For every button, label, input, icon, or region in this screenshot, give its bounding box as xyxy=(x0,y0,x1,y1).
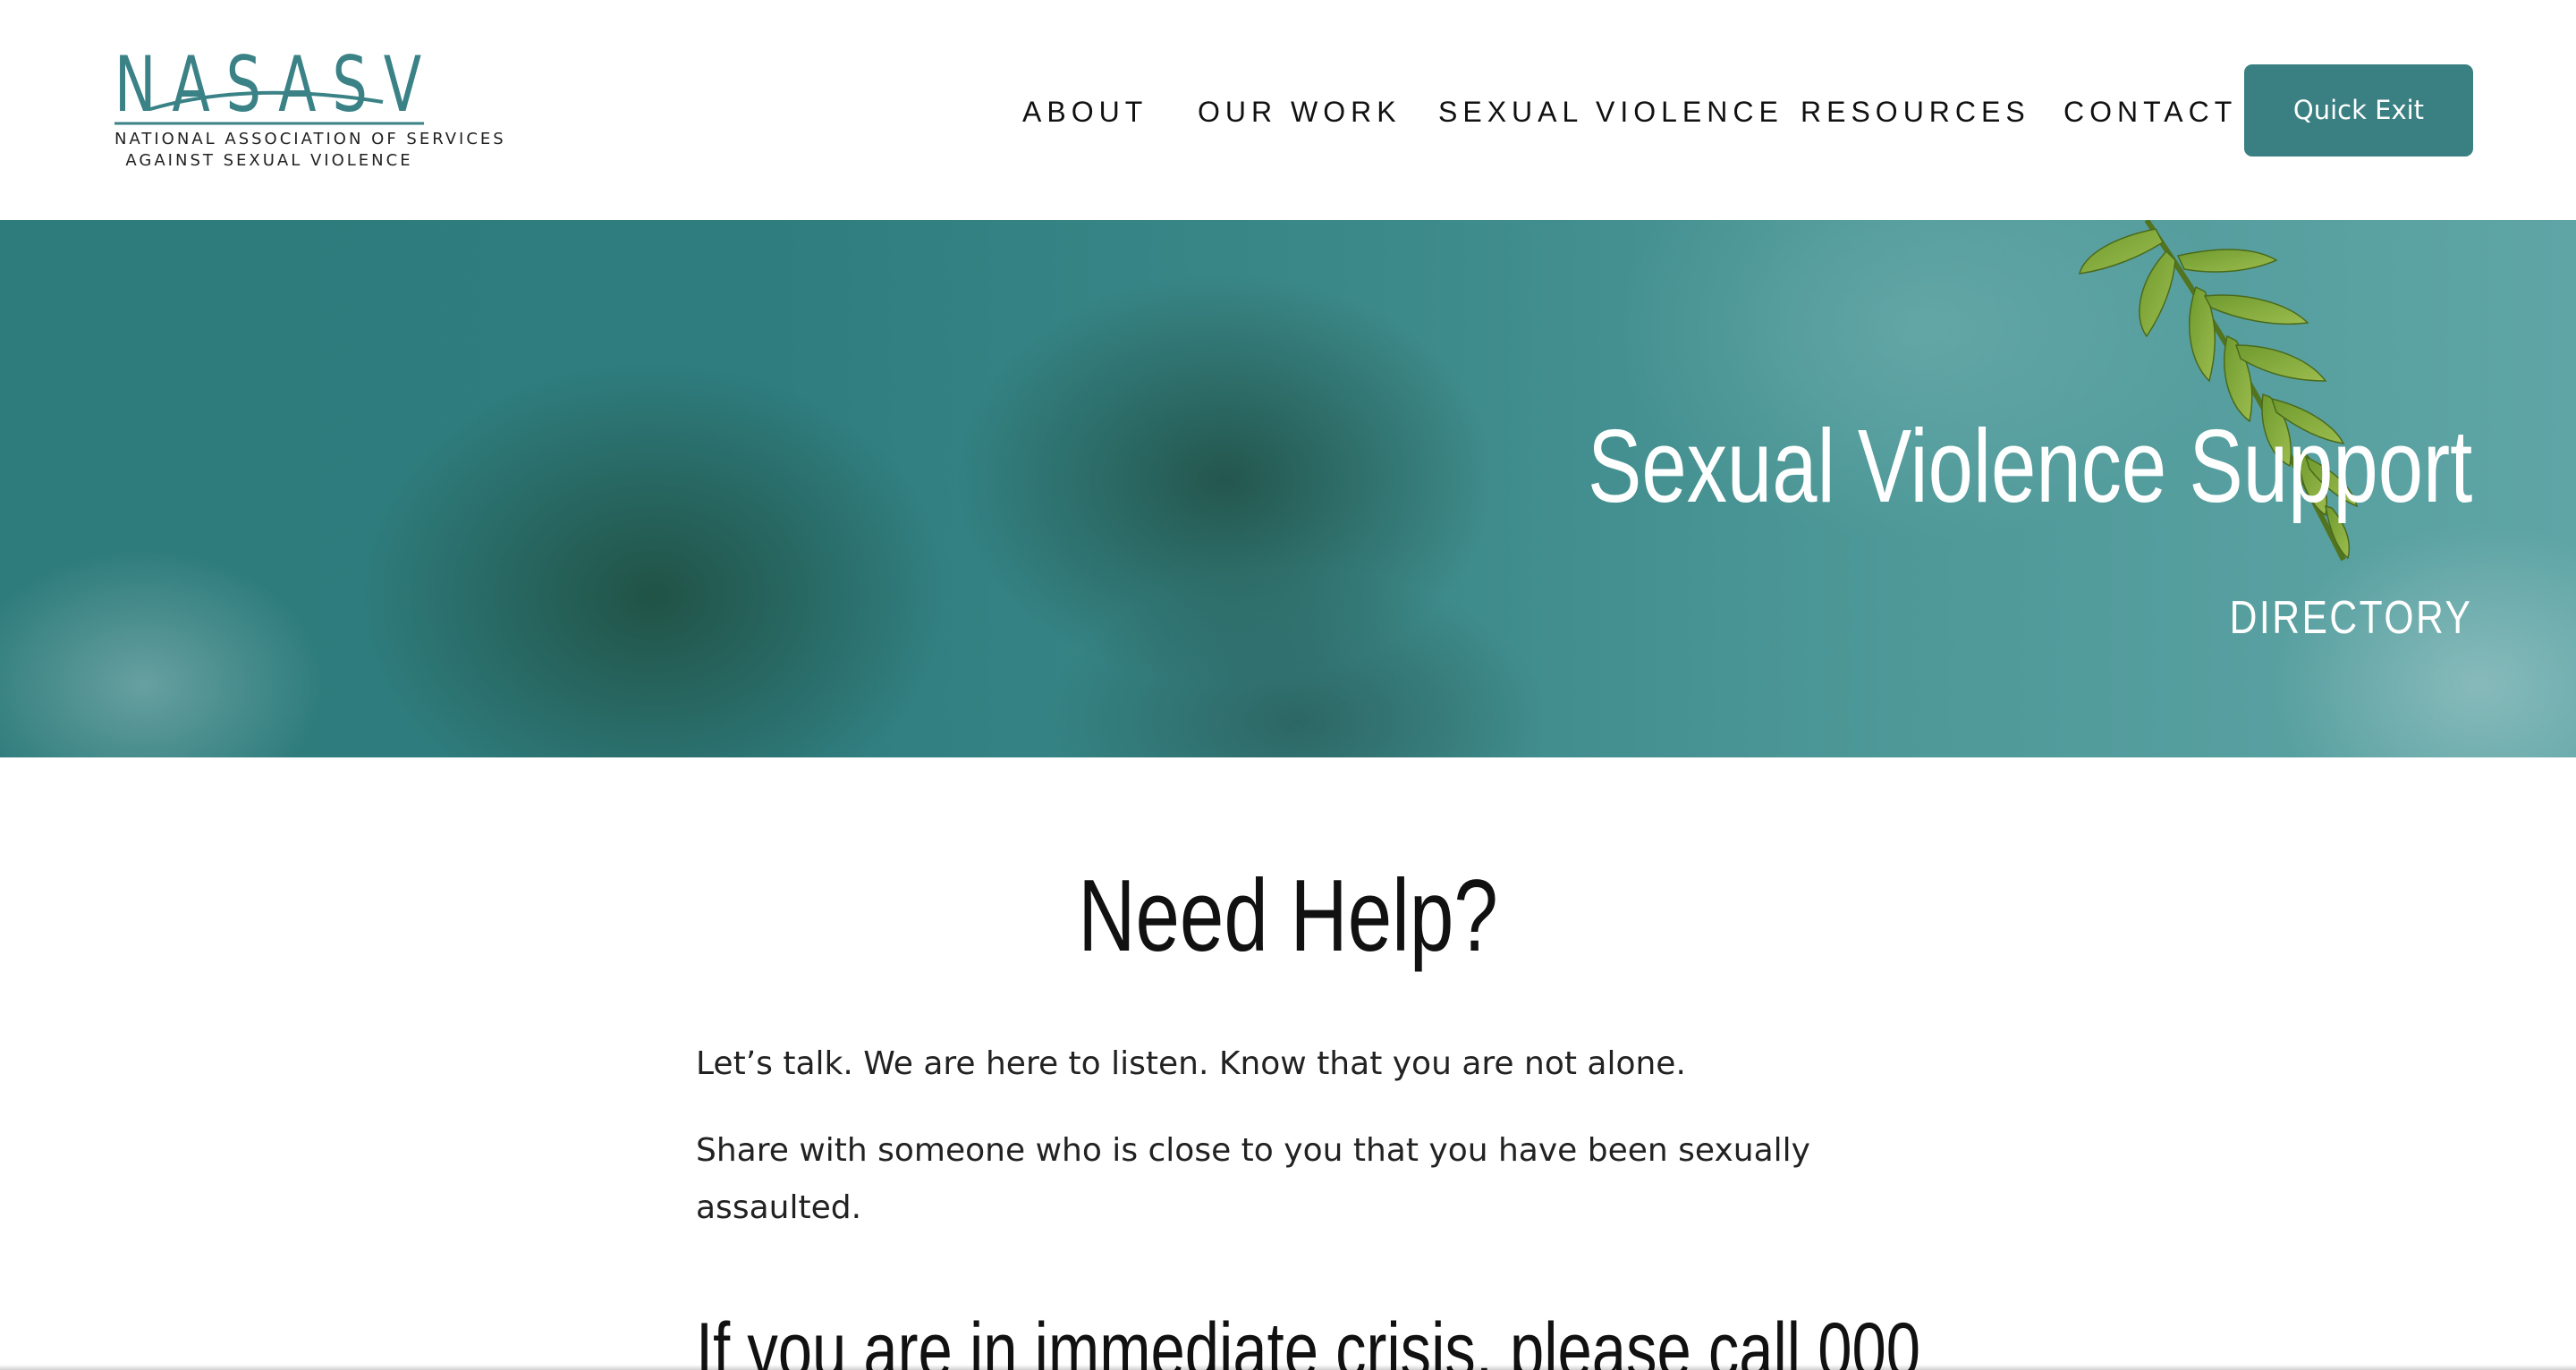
nav-resources[interactable]: RESOURCES xyxy=(1801,89,2030,134)
nav-contact[interactable]: CONTACT xyxy=(2063,89,2237,134)
site-logo[interactable]: NASASV NATIONAL ASSOCIATION OF SERVICES … xyxy=(114,47,506,176)
hero-subtitle: DIRECTORY xyxy=(2229,592,2472,644)
site-header: NASASV NATIONAL ASSOCIATION OF SERVICES … xyxy=(0,0,2576,220)
intro-paragraph: Let’s talk. We are here to listen. Know … xyxy=(696,1045,1686,1082)
share-paragraph: Share with someone who is close to you t… xyxy=(696,1132,1810,1226)
logo-tagline-line2: AGAINST SEXUAL VIOLENCE xyxy=(125,151,413,170)
nav-our-work[interactable]: OUR WORK xyxy=(1198,89,1402,134)
nav-sexual-violence[interactable]: SEXUAL VIOLENCE xyxy=(1438,89,1784,134)
hero-banner: Sexual Violence Support DIRECTORY xyxy=(0,220,2576,757)
need-help-heading: Need Help? xyxy=(0,854,2576,979)
nav-about[interactable]: ABOUT xyxy=(1022,89,1148,134)
quick-exit-button[interactable]: Quick Exit xyxy=(2244,64,2473,156)
hero-title: Sexual Violence Support xyxy=(1587,408,2472,524)
crisis-heading: If you are in immediate crisis, please c… xyxy=(696,1307,1920,1370)
window-bottom-edge xyxy=(0,1365,2576,1370)
need-help-heading-text: Need Help? xyxy=(1078,859,1498,973)
fern-leaf-image xyxy=(2079,220,2359,562)
logo-tagline-line1: NATIONAL ASSOCIATION OF SERVICES xyxy=(114,130,506,148)
